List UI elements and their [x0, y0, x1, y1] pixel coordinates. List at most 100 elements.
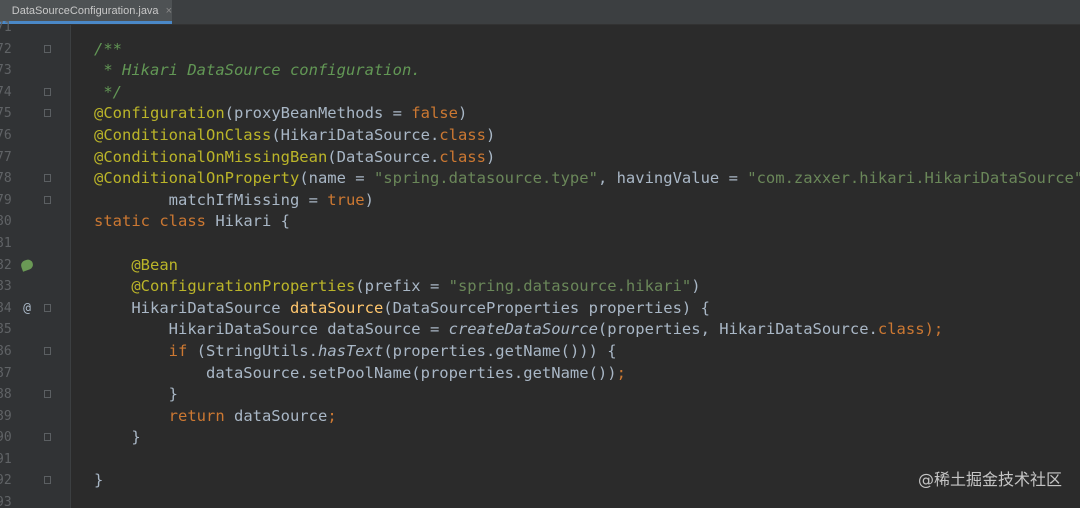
- code-line[interactable]: 76 @ConditionalOnClass(HikariDataSource.c…: [0, 125, 1080, 147]
- line-number: 86: [0, 343, 12, 359]
- code-text: @ConditionalOnClass(HikariDataSource.cla…: [94, 125, 495, 147]
- code-token: class: [877, 320, 925, 339]
- fold-toggle-icon[interactable]: [44, 174, 51, 183]
- fold-toggle-icon[interactable]: [44, 44, 51, 53]
- code-token: }: [94, 385, 178, 404]
- fold-toggle-icon[interactable]: [44, 433, 51, 442]
- line-number: 93: [0, 495, 12, 508]
- code-token: (name =: [299, 169, 374, 188]
- code-line[interactable]: 73 * Hikari DataSource configuration.: [0, 60, 1080, 82]
- code-text: @ConditionalOnMissingBean(DataSource.cla…: [94, 147, 495, 169]
- fold-toggle-icon[interactable]: [44, 195, 51, 204]
- fold-toggle-icon[interactable]: [44, 476, 51, 485]
- code-token: @ConditionalOnClass: [94, 125, 272, 144]
- code-text: dataSource.setPoolName(properties.getNam…: [94, 363, 626, 385]
- code-text: }: [94, 384, 178, 406]
- code-token: @ConfigurationProperties: [131, 277, 356, 296]
- code-token: ;: [616, 363, 626, 382]
- code-line[interactable]: 74 */: [0, 82, 1080, 104]
- ide-window: DataSourceConfiguration.java × 71 72 /** 73…: [0, 0, 1080, 508]
- code-line[interactable]: 85 HikariDataSource dataSource = createD…: [0, 319, 1080, 341]
- code-token: );: [924, 320, 944, 339]
- line-number: 85: [0, 322, 12, 338]
- line-number: 80: [0, 214, 12, 230]
- code-token: dataSource: [233, 406, 328, 425]
- line-number: 87: [0, 365, 12, 381]
- fold-toggle-icon[interactable]: [44, 87, 51, 96]
- code-token: if: [168, 341, 197, 360]
- code-editor[interactable]: 71 72 /** 73 * Hikari DataSource configurat…: [0, 17, 1080, 508]
- line-number: 72: [0, 41, 12, 57]
- override-at-icon[interactable]: @: [18, 298, 36, 320]
- code-token: class: [439, 147, 486, 166]
- line-number: 92: [0, 473, 12, 489]
- code-token: (proxyBeanMethods =: [224, 104, 412, 123]
- code-line[interactable]: 82 @Bean: [0, 255, 1080, 277]
- code-line[interactable]: 88 }: [0, 384, 1080, 406]
- line-number: 89: [0, 408, 12, 424]
- code-token: (properties, HikariDataSource.: [597, 320, 878, 339]
- spring-bean-icon[interactable]: [18, 255, 36, 277]
- line-number: 79: [0, 192, 12, 208]
- code-token: dataSource: [289, 298, 384, 317]
- code-line[interactable]: 86 if (StringUtils.hasText(properties.ge…: [0, 341, 1080, 363]
- fold-toggle-icon[interactable]: [44, 303, 51, 312]
- code-token: , havingValue =: [597, 169, 748, 188]
- fold-toggle-icon[interactable]: [44, 390, 51, 399]
- code-line[interactable]: 75 @Configuration(proxyBeanMethods = fals…: [0, 103, 1080, 125]
- code-token: ): [485, 125, 496, 144]
- code-line[interactable]: 81: [0, 233, 1080, 255]
- code-text: return dataSource;: [94, 406, 337, 428]
- line-number: 81: [0, 235, 12, 251]
- line-number: 76: [0, 127, 12, 143]
- watermark: @稀土掘金技术社区: [917, 470, 1062, 489]
- code-token: true: [327, 190, 365, 209]
- code-token: return: [168, 406, 234, 425]
- code-token: "spring.datasource.hikari": [448, 277, 692, 296]
- line-number: 90: [0, 430, 12, 446]
- code-line[interactable]: 77 @ConditionalOnMissingBean(DataSource.c…: [0, 147, 1080, 169]
- line-number: 77: [0, 149, 12, 165]
- code-line[interactable]: 80 static class Hikari {: [0, 211, 1080, 233]
- code-token: matchIfMissing =: [94, 190, 328, 209]
- code-text: * Hikari DataSource configuration.: [94, 60, 420, 82]
- code-text: @Bean: [94, 255, 178, 277]
- code-line[interactable]: 83 @ConfigurationProperties(prefix = "sp…: [0, 276, 1080, 298]
- code-line[interactable]: 84 @ HikariDataSource dataSource(DataSour…: [0, 298, 1080, 320]
- code-token: false: [411, 104, 458, 123]
- code-line[interactable]: 71: [0, 17, 1080, 39]
- code-text: @Configuration(proxyBeanMethods = false): [94, 103, 467, 125]
- code-token: (properties.getName())) {: [383, 341, 617, 360]
- code-token: }: [94, 471, 104, 490]
- code-token: ;: [327, 406, 337, 425]
- code-text: if (StringUtils.hasText(properties.getNa…: [94, 341, 617, 363]
- code-line[interactable]: 90 }: [0, 427, 1080, 449]
- close-tab-icon[interactable]: ×: [166, 5, 172, 17]
- code-token: "com.zaxxer.hikari.HikariDataSource": [747, 169, 1080, 188]
- code-token: (DataSource.: [327, 147, 440, 166]
- code-line[interactable]: 78 @ConditionalOnProperty(name = "spring.…: [0, 168, 1080, 190]
- code-token: ): [485, 147, 496, 166]
- java-file-icon: [6, 4, 9, 18]
- code-line[interactable]: 87 dataSource.setPoolName(properties.get…: [0, 363, 1080, 385]
- line-number: 74: [0, 84, 12, 100]
- code-token: ): [457, 104, 468, 123]
- code-text: }: [94, 427, 140, 449]
- code-token: dataSource.setPoolName(properties.getNam…: [94, 363, 617, 382]
- code-text: matchIfMissing = true): [94, 190, 374, 212]
- code-token: (prefix =: [355, 277, 449, 296]
- code-token: HikariDataSource: [94, 298, 290, 317]
- code-text: HikariDataSource dataSource = createData…: [94, 319, 944, 341]
- code-text: static class Hikari {: [94, 211, 290, 233]
- line-number: 84: [0, 300, 12, 316]
- code-token: (StringUtils.: [196, 341, 318, 360]
- code-token: ): [364, 190, 374, 209]
- code-line[interactable]: 72 /**: [0, 39, 1080, 61]
- fold-toggle-icon[interactable]: [44, 109, 51, 118]
- code-line[interactable]: 93: [0, 492, 1080, 508]
- code-line[interactable]: 79 matchIfMissing = true): [0, 190, 1080, 212]
- code-line[interactable]: 89 return dataSource;: [0, 406, 1080, 428]
- fold-toggle-icon[interactable]: [44, 346, 51, 355]
- code-token: @Bean: [131, 255, 178, 274]
